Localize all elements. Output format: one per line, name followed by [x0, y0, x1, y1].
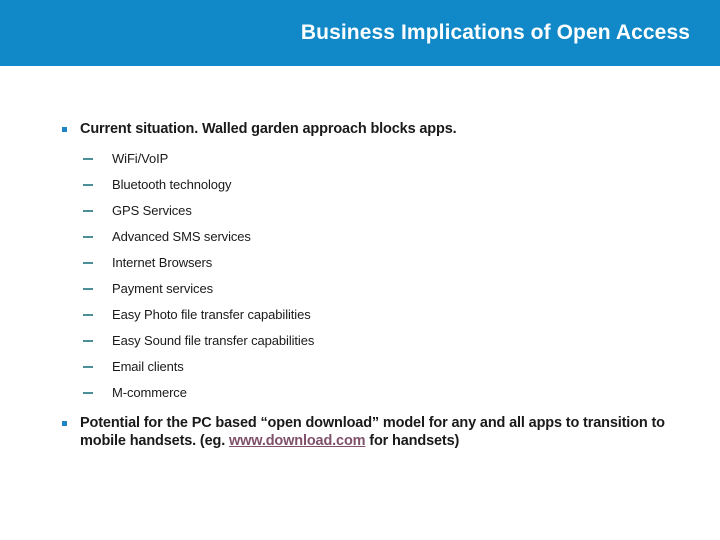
- slide-header-bar: Business Implications of Open Access: [0, 0, 720, 66]
- list-item: Email clients: [83, 358, 184, 376]
- list-item: Payment services: [83, 280, 213, 298]
- bullet-text: Potential for the PC based “open downloa…: [80, 414, 680, 450]
- slide-content-area: Current situation. Walled garden approac…: [0, 66, 720, 540]
- page-title: Business Implications of Open Access: [300, 21, 690, 44]
- dash-marker-icon: [83, 184, 93, 186]
- bullet-item-potential-open-download: Potential for the PC based “open downloa…: [56, 414, 680, 450]
- bullet-text-after-link: for handsets): [365, 433, 460, 449]
- list-item-label: WiFi/VoIP: [112, 151, 169, 166]
- list-item-label: M-commerce: [112, 385, 187, 400]
- dash-marker-icon: [83, 314, 93, 316]
- list-item: Easy Photo file transfer capabilities: [83, 306, 311, 324]
- dash-marker-icon: [83, 158, 93, 160]
- list-item: Advanced SMS services: [83, 228, 251, 246]
- dash-marker-icon: [83, 340, 93, 342]
- bullet-text: Current situation. Walled garden approac…: [80, 121, 457, 137]
- list-item: Easy Sound file transfer capabilities: [83, 332, 314, 350]
- list-item-label: Advanced SMS services: [112, 229, 251, 244]
- bullet-dot-icon: [62, 127, 67, 132]
- list-item-label: GPS Services: [112, 203, 192, 218]
- list-item: M-commerce: [83, 384, 187, 402]
- list-item-label: Easy Sound file transfer capabilities: [112, 333, 315, 348]
- dash-marker-icon: [83, 392, 93, 394]
- list-item: WiFi/VoIP: [83, 150, 168, 168]
- list-item-label: Payment services: [112, 281, 213, 296]
- bullet-dot-icon: [62, 421, 67, 426]
- dash-marker-icon: [83, 210, 93, 212]
- list-item-label: Email clients: [112, 359, 184, 374]
- list-item: GPS Services: [83, 202, 192, 220]
- dash-marker-icon: [83, 236, 93, 238]
- list-item: Bluetooth technology: [83, 176, 232, 194]
- list-item-label: Bluetooth technology: [112, 177, 232, 192]
- bullet-item-current-situation: Current situation. Walled garden approac…: [56, 120, 680, 138]
- dash-marker-icon: [83, 262, 93, 264]
- list-item: Internet Browsers: [83, 254, 212, 272]
- list-item-label: Internet Browsers: [112, 255, 213, 270]
- dash-marker-icon: [83, 288, 93, 290]
- dash-marker-icon: [83, 366, 93, 368]
- list-item-label: Easy Photo file transfer capabilities: [112, 307, 311, 322]
- download-com-link[interactable]: www.download.com: [229, 433, 366, 449]
